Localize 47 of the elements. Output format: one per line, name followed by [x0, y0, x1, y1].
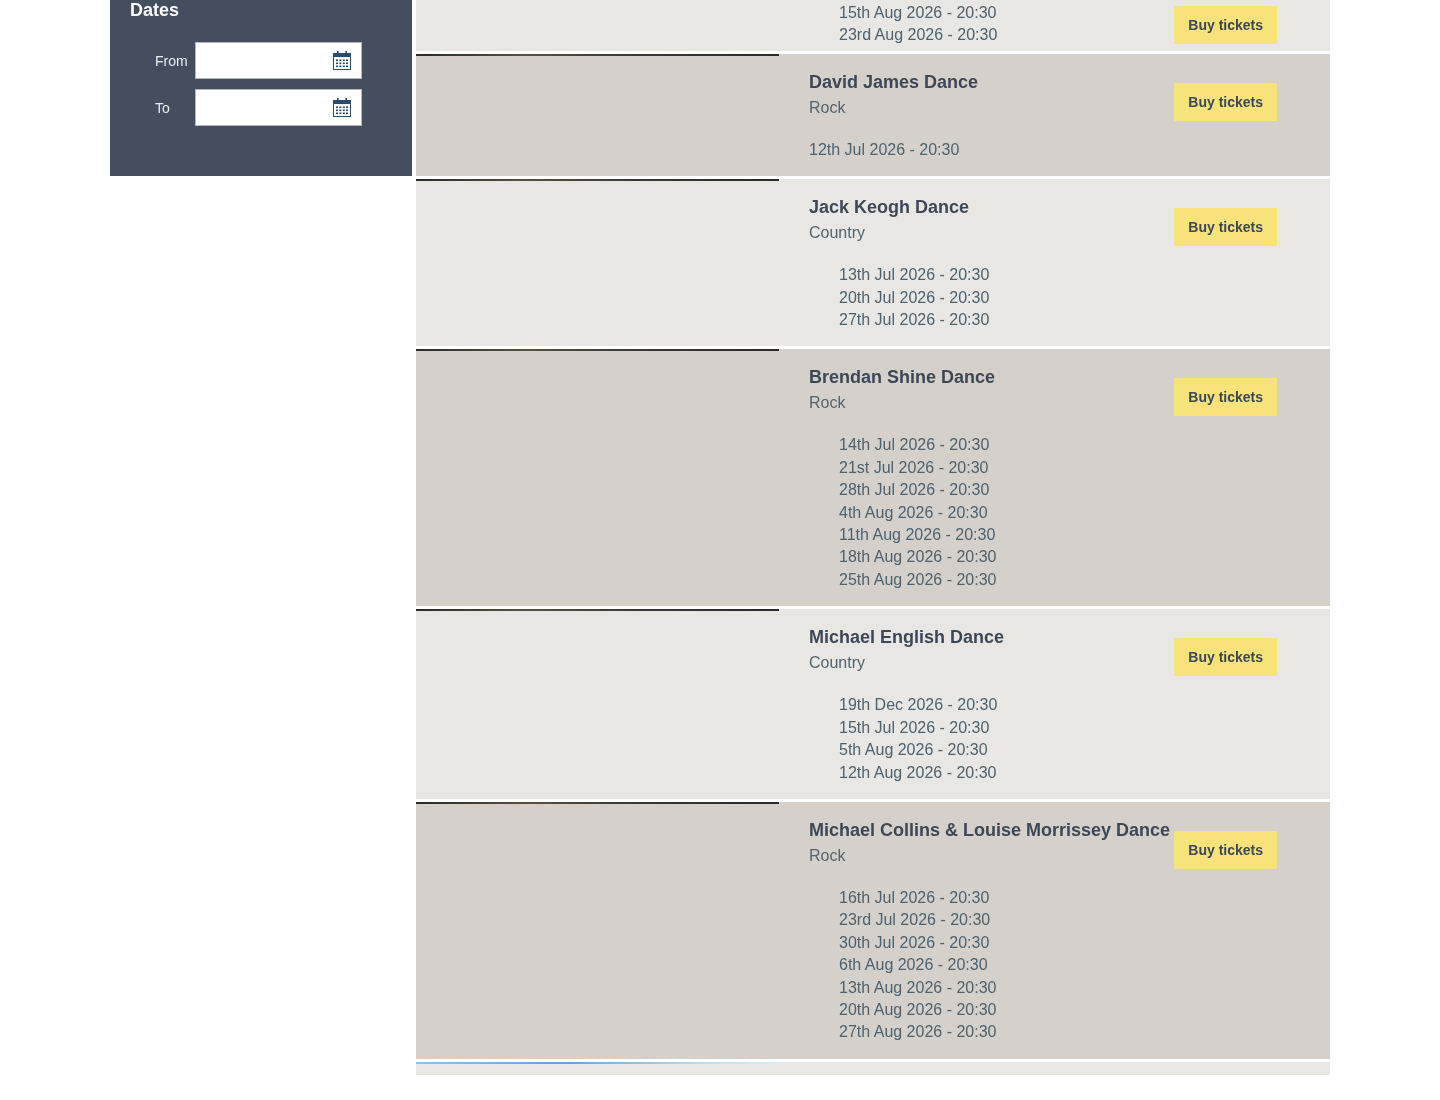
event-title: Brendan Shine Dance	[809, 367, 996, 388]
event-date: 23rd Aug 2026 - 20:30	[839, 25, 998, 46]
event-date: 11th Aug 2026 - 20:30	[839, 525, 996, 546]
event-title: Jack Keogh Dance	[809, 197, 970, 218]
event-genre: Country	[809, 653, 866, 674]
event-date: 5th Aug 2026 - 20:30	[839, 740, 988, 761]
calendar-icon[interactable]	[333, 98, 351, 117]
event-date: 20th Jul 2026 - 20:30	[839, 287, 990, 308]
event-genre: Rock	[809, 97, 846, 118]
field-label: To	[155, 99, 171, 116]
event-date: 13th Jul 2026 - 20:30	[839, 265, 990, 286]
event-date: 16th Jul 2026 - 20:30	[839, 887, 990, 908]
event-date: 27th Aug 2026 - 20:30	[839, 1022, 997, 1043]
event-date: 20th Aug 2026 - 20:30	[839, 999, 997, 1020]
event-genre: Country	[809, 223, 866, 244]
event-title: Michael Collins & Louise Morrissey Dance	[809, 819, 1171, 840]
buy-tickets-button[interactable]: Buy tickets	[1174, 82, 1277, 121]
event-date: 30th Jul 2026 - 20:30	[839, 932, 990, 953]
buy-tickets-button[interactable]: Buy tickets	[1174, 208, 1277, 247]
event-date: 21st Jul 2026 - 20:30	[839, 457, 989, 478]
buy-tickets-button[interactable]: Buy tickets	[1174, 830, 1277, 869]
event-date: 4th Aug 2026 - 20:30	[839, 502, 988, 523]
event-date: 19th Dec 2026 - 20:30	[839, 695, 998, 716]
event-date: 13th Aug 2026 - 20:30	[839, 977, 997, 998]
event-date: 12th Aug 2026 - 20:30	[839, 762, 997, 783]
field-label: From	[155, 52, 189, 69]
event-date: 15th Aug 2026 - 20:30	[839, 3, 997, 23]
buy-tickets-button[interactable]: Buy tickets	[1174, 378, 1277, 417]
event-date: 27th Jul 2026 - 20:30	[839, 310, 990, 331]
event-date: 28th Jul 2026 - 20:30	[839, 480, 990, 501]
panel-title: Dates	[129, 0, 180, 20]
event-genre: Rock	[809, 393, 846, 414]
date-input-field[interactable]	[195, 42, 362, 79]
buy-tickets-button[interactable]: Buy tickets	[1174, 6, 1277, 44]
date-input-field[interactable]	[195, 89, 362, 126]
event-date: 6th Aug 2026 - 20:30	[839, 955, 988, 976]
event-title: Michael English Dance	[809, 627, 1005, 648]
event-date: 12th Jul 2026 - 20:30	[809, 139, 960, 160]
calendar-icon[interactable]	[333, 51, 351, 70]
buy-tickets-button[interactable]: Buy tickets	[1174, 638, 1277, 677]
event-date: 14th Jul 2026 - 20:30	[839, 435, 990, 456]
event-genre: Rock	[809, 845, 846, 866]
event-date: 23rd Jul 2026 - 20:30	[839, 910, 991, 931]
event-date: 15th Jul 2026 - 20:30	[839, 717, 990, 738]
event-title: David James Dance	[809, 71, 979, 92]
event-date: 25th Aug 2026 - 20:30	[839, 569, 997, 590]
event-date: 18th Aug 2026 - 20:30	[839, 547, 997, 568]
